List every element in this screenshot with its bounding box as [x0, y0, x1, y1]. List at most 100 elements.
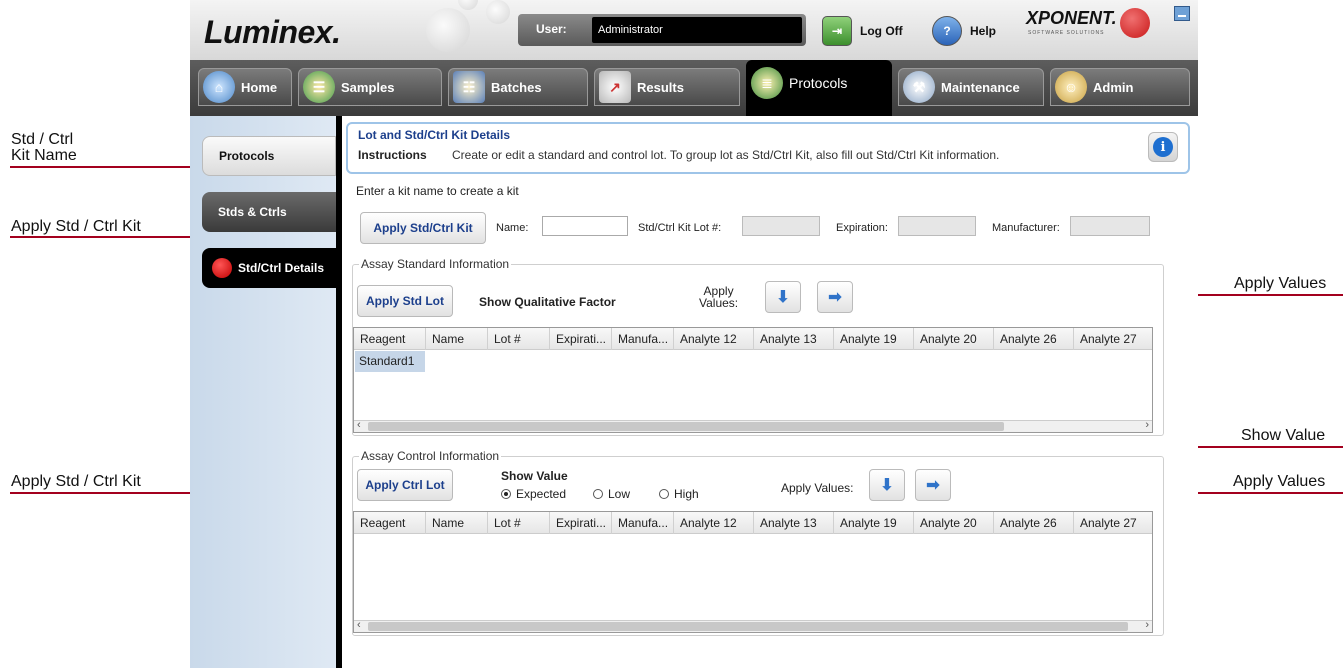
- minimize-button[interactable]: [1174, 6, 1190, 21]
- kit-lot-label: Std/Ctrl Kit Lot #:: [638, 222, 722, 234]
- column-header[interactable]: Lot #: [488, 512, 550, 534]
- apply-values-label: Apply Values:: [781, 481, 854, 495]
- sidebar-item-std-ctrl-details[interactable]: Std/Ctrl Details: [202, 248, 336, 288]
- protocols-icon: ≣: [751, 67, 783, 99]
- scroll-right-icon[interactable]: ›: [1145, 419, 1149, 431]
- samples-icon: ☰: [303, 71, 335, 103]
- standard-grid-scrollbar[interactable]: ‹ ›: [354, 419, 1152, 432]
- column-header[interactable]: Analyte 13: [754, 512, 834, 534]
- show-value-label: Show Value: [501, 469, 568, 483]
- column-header[interactable]: Name: [426, 512, 488, 534]
- column-header[interactable]: Expirati...: [550, 328, 612, 350]
- tab-batches-label: Batches: [491, 79, 542, 95]
- sidebar-item-stds-ctrls[interactable]: Stds & Ctrls: [202, 192, 336, 232]
- column-header[interactable]: Analyte 19: [834, 328, 914, 350]
- apply-values-right-button[interactable]: ➡: [915, 469, 951, 501]
- active-indicator-icon: [212, 258, 232, 278]
- callout-apply-values-top: Apply Values: [1234, 275, 1327, 292]
- callout-apply-kit-top: Apply Std / Ctrl Kit: [11, 218, 141, 235]
- apply-values-right-button[interactable]: ➡: [817, 281, 853, 313]
- tab-maintenance[interactable]: ⚒ Maintenance: [898, 68, 1044, 106]
- column-header[interactable]: Analyte 13: [754, 328, 834, 350]
- callout-apply-values-bottom: Apply Values: [1233, 473, 1326, 490]
- column-header[interactable]: Expirati...: [550, 512, 612, 534]
- kit-lot-input[interactable]: [742, 216, 820, 236]
- column-header[interactable]: Analyte 12: [674, 328, 754, 350]
- tab-home-label: Home: [241, 79, 278, 95]
- callout-kit-name-line1: Std / Ctrl: [11, 131, 74, 148]
- user-value: Administrator: [592, 17, 802, 43]
- apply-values-label: Apply Values:: [699, 285, 738, 309]
- column-header[interactable]: Analyte 26: [994, 512, 1074, 534]
- apply-values-down-button[interactable]: ⬇: [765, 281, 801, 313]
- page-title: Lot and Std/Ctrl Kit Details: [358, 128, 511, 142]
- callout-kit-name: Std / Ctrl Kit Name: [11, 132, 77, 164]
- kit-manufacturer-input[interactable]: [1070, 216, 1150, 236]
- column-header[interactable]: Manufa...: [612, 328, 674, 350]
- arrow-right-icon: ➡: [828, 289, 842, 306]
- kit-name-label: Name:: [496, 222, 529, 234]
- decorative-bubble: [426, 8, 470, 52]
- tab-results-label: Results: [637, 79, 684, 95]
- scrollbar-thumb[interactable]: [368, 622, 1128, 631]
- scrollbar-thumb[interactable]: [368, 422, 1004, 431]
- standard-group-title: Assay Standard Information: [359, 257, 512, 271]
- column-header[interactable]: Analyte 26: [994, 328, 1074, 350]
- kit-expiration-input[interactable]: [898, 216, 976, 236]
- standard-group: Assay Standard Information Apply Std Lot…: [352, 257, 1164, 436]
- scroll-left-icon[interactable]: ‹: [357, 419, 361, 431]
- column-header[interactable]: Analyte 20: [914, 512, 994, 534]
- column-header[interactable]: Manufa...: [612, 512, 674, 534]
- control-grid-header: Reagent Name Lot # Expirati... Manufa...…: [354, 512, 1152, 534]
- scroll-right-icon[interactable]: ›: [1145, 619, 1149, 631]
- control-grid-scrollbar[interactable]: ‹ ›: [354, 619, 1152, 632]
- callout-show-value: Show Value: [1241, 427, 1326, 444]
- column-header[interactable]: Analyte 19: [834, 512, 914, 534]
- arrow-down-icon: ⬇: [776, 289, 790, 306]
- column-header[interactable]: Analyte 27: [1074, 328, 1152, 350]
- sidebar-item-label: Stds & Ctrls: [218, 205, 287, 219]
- kit-prompt: Enter a kit name to create a kit: [356, 184, 519, 198]
- column-header[interactable]: Reagent: [354, 512, 426, 534]
- tab-batches[interactable]: ☷ Batches: [448, 68, 588, 106]
- scroll-left-icon[interactable]: ‹: [357, 619, 361, 631]
- apply-ctrl-lot-button[interactable]: Apply Ctrl Lot: [357, 469, 453, 501]
- radio-icon: [659, 489, 669, 499]
- radio-expected[interactable]: Expected: [501, 487, 566, 501]
- tab-home[interactable]: ⌂ Home: [198, 68, 292, 106]
- sidebar-item-protocols[interactable]: Protocols: [202, 136, 336, 176]
- decorative-bubble: [458, 0, 478, 10]
- tab-maintenance-label: Maintenance: [941, 79, 1020, 95]
- radio-high[interactable]: High: [659, 487, 699, 501]
- apply-values-down-button[interactable]: ⬇: [869, 469, 905, 501]
- sidebar: Protocols Stds & Ctrls Std/Ctrl Details: [190, 116, 336, 668]
- apply-kit-button[interactable]: Apply Std/Ctrl Kit: [360, 212, 486, 244]
- tab-results[interactable]: ↗ Results: [594, 68, 740, 106]
- column-header[interactable]: Analyte 20: [914, 328, 994, 350]
- column-header[interactable]: Name: [426, 328, 488, 350]
- logoff-button[interactable]: ⇥ Log Off: [822, 16, 903, 46]
- radio-high-label: High: [674, 487, 699, 501]
- tab-admin[interactable]: ☺ Admin: [1050, 68, 1190, 106]
- xponent-logo: XPONENT.: [1026, 8, 1117, 28]
- luminex-logo: Luminex.: [204, 14, 341, 50]
- kit-name-input[interactable]: [542, 216, 628, 236]
- table-row[interactable]: Standard1: [355, 351, 425, 372]
- info-button[interactable]: i: [1148, 132, 1178, 162]
- decorative-bubble: [486, 0, 510, 24]
- help-button[interactable]: ? Help: [932, 16, 996, 46]
- column-header[interactable]: Lot #: [488, 328, 550, 350]
- instructions-text: Create or edit a standard and control lo…: [452, 148, 1000, 162]
- maintenance-icon: ⚒: [903, 71, 935, 103]
- arrow-right-icon: ➡: [926, 477, 940, 494]
- qualitative-factor-label: Show Qualitative Factor: [479, 295, 616, 309]
- column-header[interactable]: Analyte 12: [674, 512, 754, 534]
- control-grid: Reagent Name Lot # Expirati... Manufa...…: [353, 511, 1153, 633]
- apply-std-lot-button[interactable]: Apply Std Lot: [357, 285, 453, 317]
- tab-samples[interactable]: ☰ Samples: [298, 68, 442, 106]
- standard-grid-header: Reagent Name Lot # Expirati... Manufa...…: [354, 328, 1152, 350]
- column-header[interactable]: Reagent: [354, 328, 426, 350]
- tab-protocols[interactable]: ≣ Protocols: [746, 60, 892, 116]
- radio-low[interactable]: Low: [593, 487, 630, 501]
- column-header[interactable]: Analyte 27: [1074, 512, 1152, 534]
